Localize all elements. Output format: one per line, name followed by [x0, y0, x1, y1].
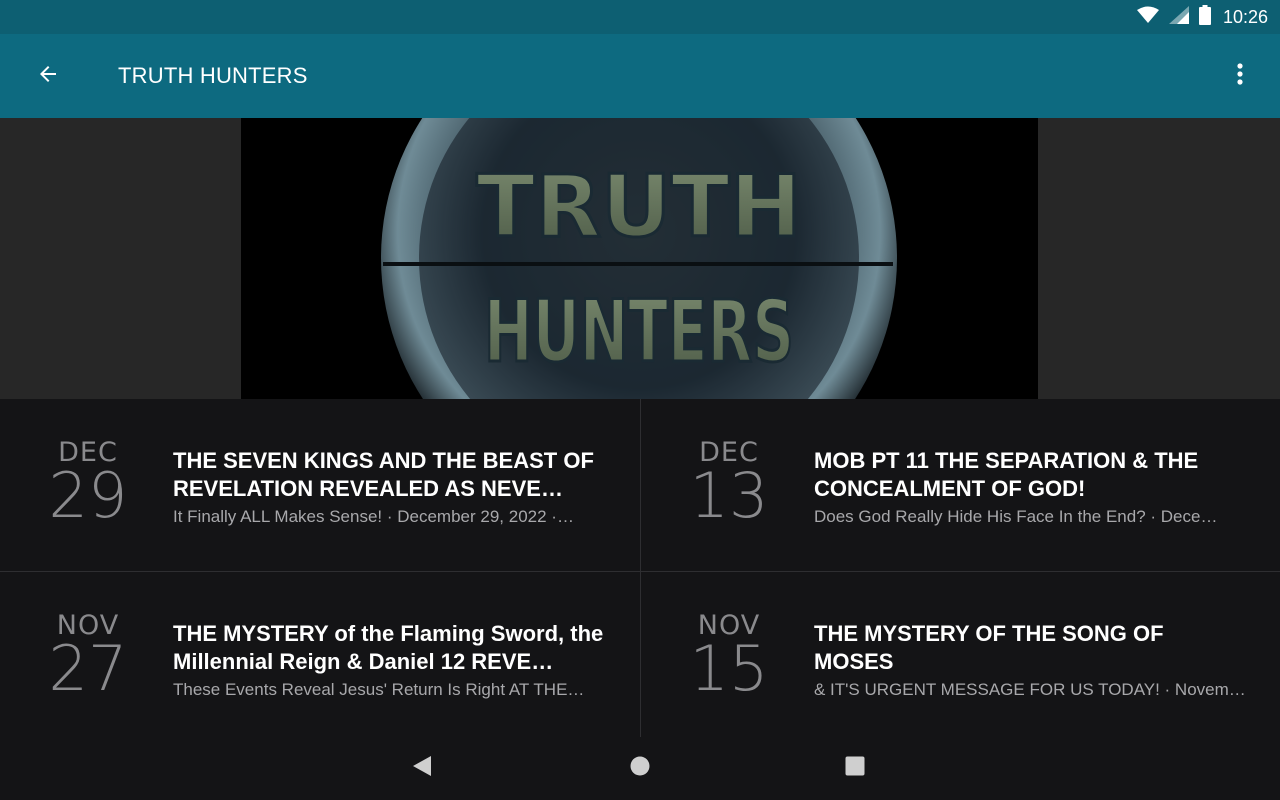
episode-day: 13 [689, 459, 769, 532]
episode-subtitle: & IT'S URGENT MESSAGE FOR US TODAY! · No… [814, 680, 1246, 699]
back-button[interactable] [20, 50, 76, 102]
episode-title: THE MYSTERY of the Flaming Sword, the Mi… [173, 621, 604, 674]
episode-card[interactable]: NOV 27 THE MYSTERY of the Flaming Sword,… [0, 572, 640, 742]
status-bar: 10:26 [0, 0, 1280, 34]
system-nav-bar [0, 737, 1280, 800]
page-title: TRUTH HUNTERS [118, 63, 308, 88]
banner-title-line1: TRUTH [476, 157, 801, 257]
episode-subtitle: It Finally ALL Makes Sense! · December 2… [173, 507, 574, 526]
episode-card[interactable]: DEC 13 MOB PT 11 THE SEPARATION & THE CO… [641, 399, 1280, 569]
arrow-left-icon [36, 62, 60, 91]
episode-day: 15 [689, 632, 769, 705]
nav-back-icon [411, 754, 433, 783]
episode-grid: DEC 29 THE SEVEN KINGS AND THE BEAST OF … [0, 399, 1280, 737]
episode-day: 27 [48, 632, 128, 705]
nav-back-button[interactable] [398, 747, 446, 789]
banner-area: TRUTH HUNTERS [0, 118, 1280, 399]
banner-title-line2: HUNTERS [484, 282, 794, 382]
signal-icon [1168, 5, 1189, 29]
app-bar: TRUTH HUNTERS [0, 34, 1280, 118]
more-vert-icon [1237, 62, 1243, 90]
overflow-menu-button[interactable] [1220, 52, 1260, 100]
podcast-banner-image: TRUTH HUNTERS [241, 118, 1038, 399]
episode-day: 29 [48, 459, 128, 532]
battery-icon [1198, 4, 1211, 30]
episode-title: THE MYSTERY OF THE SONG OF MOSES [814, 621, 1164, 674]
episode-card[interactable]: DEC 29 THE SEVEN KINGS AND THE BEAST OF … [0, 399, 640, 569]
status-time: 10:26 [1222, 6, 1268, 27]
episode-subtitle: These Events Reveal Jesus' Return Is Rig… [173, 680, 585, 699]
episode-title: THE SEVEN KINGS AND THE BEAST OF REVELAT… [173, 448, 594, 501]
episode-subtitle: Does God Really Hide His Face In the End… [814, 507, 1218, 526]
episode-title: MOB PT 11 THE SEPARATION & THE CONCEALME… [814, 448, 1199, 501]
nav-recents-icon [844, 755, 866, 782]
nav-recents-button[interactable] [831, 747, 879, 789]
episode-card[interactable]: NOV 15 THE MYSTERY OF THE SONG OF MOSES … [641, 572, 1280, 742]
nav-home-button[interactable] [616, 747, 664, 789]
status-icons: 10:26 [1136, 0, 1268, 34]
nav-home-icon [629, 755, 651, 782]
wifi-icon [1136, 6, 1159, 29]
